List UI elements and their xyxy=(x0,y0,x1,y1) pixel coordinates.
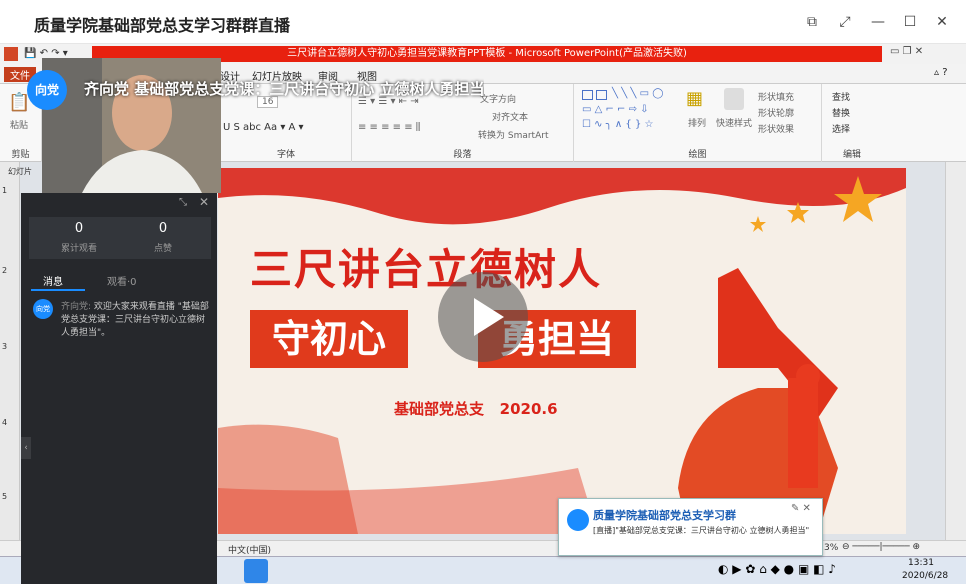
shape-fill-button[interactable]: 形状填充 xyxy=(758,90,794,103)
likes-count: 0 xyxy=(158,221,168,236)
msg-sender: 齐向党: xyxy=(61,302,92,312)
taskbar-time: 13:31 xyxy=(908,558,934,568)
zoom-slider[interactable]: ⊖ ─────|───── ⊕ xyxy=(842,542,920,552)
panel-toggle-handle[interactable]: ‹ xyxy=(21,437,31,459)
font-format-icons[interactable]: U S abc Aa ▾ A ▾ xyxy=(223,122,304,133)
chat-panel: ⤡ ✕ 0 累计观看 0 点赞 消息 观看·0 向党 齐向党: 欢迎大家来观看直… xyxy=(21,193,217,584)
shape-vtextbox-icon[interactable] xyxy=(596,90,607,100)
shape-row3-icons[interactable]: ☐ ∿ ╮ ∧ { } ☆ xyxy=(582,119,653,130)
language-status: 中文(中国) xyxy=(228,546,272,556)
thumbs-label: 幻灯片 xyxy=(8,167,32,176)
likes-label: 点赞 xyxy=(153,244,172,254)
taskbar-app-icon[interactable] xyxy=(244,559,268,583)
tray-icons[interactable]: ◐ ▶ ✿ ⌂ ◆ ● ▣ ◧ ♪ xyxy=(718,562,836,576)
popup-title: 质量学院基础部党总支学习群 xyxy=(593,509,736,522)
paragraph-group-label: 段落 xyxy=(453,150,472,160)
quick-style-label[interactable]: 快速样式 xyxy=(716,116,752,129)
shape-row2-icons[interactable]: ▭ △ ⌐ ⌐ ⇨ ⇩ xyxy=(582,104,649,115)
chat-message: 齐向党: 欢迎大家来观看直播 "基础部党总支党课：三尺讲台守初心立德树人勇担当"… xyxy=(61,301,211,340)
edit-group-label: 编辑 xyxy=(842,150,861,160)
drawing-group-label: 绘图 xyxy=(688,150,707,160)
fullscreen-icon[interactable]: ⤢ xyxy=(833,10,857,34)
app-root: 质量学院基础部党总支学习群群直播 ⧉ ⤢ — ☐ ✕ 💾 ↶ ↷ ▾ 三尺讲台立… xyxy=(0,0,966,584)
play-button[interactable] xyxy=(438,272,528,362)
thumb-num-5[interactable]: 5 xyxy=(2,492,7,501)
ppt-logo-icon xyxy=(4,47,18,61)
clipboard-label: 剪贴 xyxy=(11,150,30,160)
slide-box-1: 守初心 xyxy=(250,310,408,368)
thumb-num-1[interactable]: 1 xyxy=(2,186,7,195)
tab-viewers[interactable]: 观看·0 xyxy=(107,273,137,288)
drawing-group: ╲ ╲ ╲ ▭ ◯ ▭ △ ⌐ ⌐ ⇨ ⇩ ☐ ∿ ╮ ∧ { } ☆ ▦ 排列… xyxy=(574,84,822,162)
replace-button[interactable]: 替换 xyxy=(832,106,850,119)
vertical-scrollbar[interactable] xyxy=(945,162,966,540)
font-group-label: 字体 xyxy=(276,150,295,160)
slide-title: 三尺讲台立德树人 xyxy=(250,245,603,294)
share-icon[interactable]: ⧉ xyxy=(800,10,824,34)
slide-footer: 基础部党总支 2020.6 xyxy=(394,400,558,418)
smartart-button[interactable]: 转换为 SmartArt xyxy=(478,128,548,141)
close-button[interactable]: ✕ xyxy=(930,10,954,34)
thumb-num-4[interactable]: 4 xyxy=(2,418,7,427)
views-count: 0 xyxy=(74,221,84,236)
tab-messages[interactable]: 消息 xyxy=(43,273,63,288)
text-direction-button[interactable]: 文字方向 xyxy=(480,92,516,105)
arrange-icon[interactable]: ▦ xyxy=(686,88,703,109)
views-label: 累计观看 xyxy=(60,244,97,254)
find-button[interactable]: 查找 xyxy=(832,90,850,103)
arrange-label[interactable]: 排列 xyxy=(688,116,706,129)
align-text-button[interactable]: 对齐文本 xyxy=(492,110,528,123)
thumb-num-2[interactable]: 2 xyxy=(2,266,7,275)
chat-close-icon[interactable]: ✕ xyxy=(199,195,209,209)
popup-pin-icon[interactable]: ✎ ✕ xyxy=(791,503,811,514)
window-titlebar: 质量学院基础部党总支学习群群直播 ⧉ ⤢ — ☐ ✕ xyxy=(0,0,966,44)
play-icon xyxy=(474,298,504,336)
paste-label: 粘贴 xyxy=(10,121,29,131)
select-button[interactable]: 选择 xyxy=(832,122,850,135)
stats-box: 0 累计观看 0 点赞 xyxy=(29,217,211,259)
popup-text: [直播]"基础部党总支党课：三尺讲台守初心 立德树人勇担当" xyxy=(593,526,810,535)
shape-outline-button[interactable]: 形状轮廓 xyxy=(758,106,794,119)
ppt-window-controls[interactable]: ▭ ❐ ✕ xyxy=(890,46,923,57)
slide[interactable]: 三尺讲台立德树人 守初心 勇担当 基础部党总支 2020.6 xyxy=(218,168,906,534)
notification-popup[interactable]: 质量学院基础部党总支学习群 ✎ ✕ [直播]"基础部党总支党课：三尺讲台守初心 … xyxy=(558,498,823,556)
live-avatar[interactable]: 向党 xyxy=(27,70,67,110)
slide-thumbnails[interactable]: 1 2 3 4 5 xyxy=(0,162,20,540)
help-icon[interactable]: ▵ ? xyxy=(934,67,948,78)
shape-textbox-icon[interactable] xyxy=(582,90,593,100)
align-icons[interactable]: ≡ ≡ ≡ ≡ ≡ ⫼ xyxy=(358,122,420,133)
live-banner: 齐向党 基础部党总支党课：三尺讲台守初心 立德树人勇担当 xyxy=(84,80,485,98)
zoom-level: 3% xyxy=(824,543,839,553)
shape-line-icons[interactable]: ╲ ╲ ╲ ▭ ◯ xyxy=(612,88,663,99)
window-title: 质量学院基础部党总支学习群群直播 xyxy=(34,16,291,35)
collapse-icon[interactable]: ⤡ xyxy=(179,197,187,208)
quick-style-icon[interactable] xyxy=(724,88,744,110)
edit-group: 查找 替换 选择 编辑 xyxy=(822,84,882,162)
shape-effect-button[interactable]: 形状效果 xyxy=(758,122,794,135)
tab-underline xyxy=(31,289,85,291)
taskbar-date: 2020/6/28 xyxy=(902,571,949,581)
group-icon xyxy=(567,509,589,531)
minimize-button[interactable]: — xyxy=(866,10,890,34)
msg-avatar: 向党 xyxy=(33,299,53,319)
maximize-button[interactable]: ☐ xyxy=(898,10,922,34)
thumb-num-3[interactable]: 3 xyxy=(2,342,7,351)
